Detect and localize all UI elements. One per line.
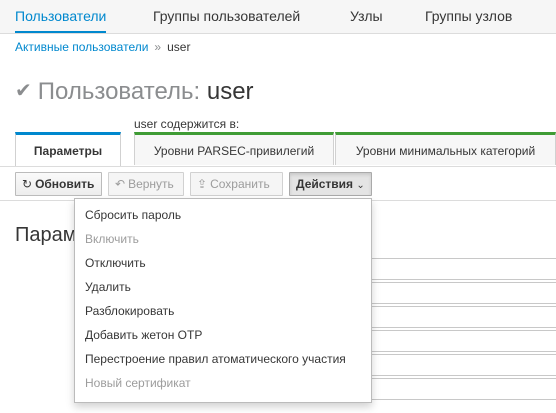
tab-parsec-privileges[interactable]: Уровни PARSEC-привилегий <box>134 132 334 165</box>
revert-button[interactable]: ↶ Вернуть <box>108 172 184 196</box>
undo-icon: ↶ <box>115 177 126 191</box>
nav-item-hosts[interactable]: Узлы <box>350 0 383 33</box>
revert-button-label: Вернуть <box>128 177 174 191</box>
tab-parameters[interactable]: Параметры <box>15 132 121 166</box>
breadcrumb-active-users-link[interactable]: Активные пользователи <box>15 40 148 54</box>
menu-item-new-certificate: Новый сертификат <box>85 376 191 390</box>
menu-item-reset-password[interactable]: Сбросить пароль <box>85 205 181 225</box>
menu-item-add-otp-token[interactable]: Добавить жетон OTP <box>85 325 202 345</box>
menu-item-unlock[interactable]: Разблокировать <box>85 301 174 321</box>
caret-down-icon: ⌄ <box>356 180 365 191</box>
membership-label: user содержится в: <box>134 117 240 131</box>
actions-dropdown-menu: Сбросить пароль Включить Отключить Удали… <box>74 198 372 403</box>
refresh-button-label: Обновить <box>35 177 95 191</box>
menu-item-rebuild-automember[interactable]: Перестроение правил атоматического участ… <box>85 349 346 369</box>
breadcrumb: Активные пользователи » user <box>15 40 190 54</box>
breadcrumb-current: user <box>167 40 191 54</box>
page-title: ✔ Пользователь: user <box>15 78 254 107</box>
nav-item-users[interactable]: Пользователи <box>15 0 107 33</box>
refresh-button[interactable]: ↻ Обновить <box>15 172 102 196</box>
save-button[interactable]: ⇪ Сохранить <box>190 172 283 196</box>
page-title-username: user <box>206 78 254 105</box>
upload-icon: ⇪ <box>197 177 208 191</box>
check-icon: ✔ <box>15 80 32 102</box>
section-title: Парам <box>15 224 77 246</box>
menu-item-enable: Включить <box>85 232 139 246</box>
top-navigation: Пользователи Группы пользователей Узлы Г… <box>0 0 556 34</box>
nav-item-user-groups[interactable]: Группы пользователей <box>153 0 300 33</box>
page-title-prefix: Пользователь: <box>37 78 201 105</box>
menu-item-disable[interactable]: Отключить <box>85 253 146 273</box>
nav-item-host-groups[interactable]: Группы узлов <box>425 0 512 33</box>
tab-min-categories[interactable]: Уровни минимальных категорий <box>335 132 556 165</box>
tab-bar: Параметры Уровни PARSEC-привилегий Уровн… <box>0 132 556 167</box>
actions-button[interactable]: Действия ⌄ <box>289 172 372 196</box>
save-button-label: Сохранить <box>210 177 270 191</box>
breadcrumb-separator: » <box>154 40 162 54</box>
menu-item-delete[interactable]: Удалить <box>85 277 131 297</box>
actions-button-label: Действия <box>296 177 354 191</box>
refresh-icon: ↻ <box>22 177 33 191</box>
